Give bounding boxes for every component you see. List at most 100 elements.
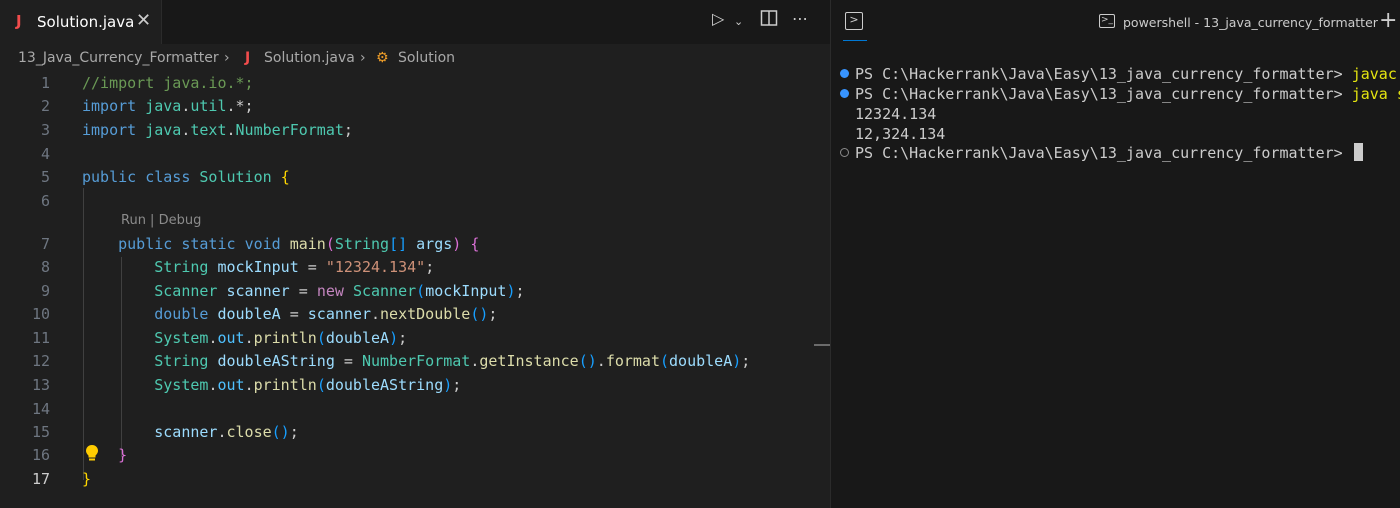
code-line[interactable]: 6 xyxy=(0,190,815,213)
code-token: ; xyxy=(398,329,408,347)
code-token: "12324.134" xyxy=(325,258,426,276)
code-token: ) xyxy=(389,329,399,347)
code-text[interactable]: public class Solution { xyxy=(82,166,290,189)
terminal-line: PS C:\Hackerrank\Java\Easy\13_java_curre… xyxy=(831,143,1400,163)
code-text[interactable]: Scanner scanner = new Scanner(mockInput)… xyxy=(82,280,524,303)
code-token: java xyxy=(145,121,182,139)
line-number: 4 xyxy=(40,145,50,163)
code-token: ) xyxy=(443,376,453,394)
line-number: 14 xyxy=(31,400,50,418)
code-token: ; xyxy=(452,376,462,394)
code-token: class xyxy=(145,168,200,186)
code-text[interactable]: System.out.println(doubleAString); xyxy=(82,374,461,397)
class-symbol-icon: ⚙ xyxy=(376,50,389,66)
run-icon[interactable]: ▷ xyxy=(712,9,724,28)
terminal-header: > >_ powershell - 13_java_currency_forma… xyxy=(831,0,1400,44)
code-line[interactable]: 2 import java.util.*; xyxy=(0,95,815,118)
more-actions-icon[interactable]: ⋯ xyxy=(792,9,808,28)
code-token: = xyxy=(289,282,317,300)
code-text[interactable]: import java.text.NumberFormat; xyxy=(82,119,353,142)
code-token: .*; xyxy=(226,97,254,115)
code-text[interactable]: String mockInput = "12324.134"; xyxy=(82,256,434,279)
code-token: System xyxy=(82,329,209,347)
code-line[interactable]: 5 public class Solution { xyxy=(0,166,815,189)
terminal-line: 12324.134 xyxy=(831,104,1400,124)
code-token: { xyxy=(280,168,290,186)
chevron-down-icon[interactable]: ⌄ xyxy=(734,15,743,28)
code-token: = xyxy=(280,305,308,323)
breadcrumb-folder[interactable]: 13_Java_Currency_Formatter xyxy=(18,50,219,66)
command-status-icon[interactable] xyxy=(840,89,849,98)
code-token: doubleA xyxy=(217,305,281,323)
code-token: public xyxy=(82,235,182,253)
code-token: NumberFormat xyxy=(235,121,344,139)
code-token: util xyxy=(190,97,227,115)
line-number: 12 xyxy=(31,352,50,370)
code-text[interactable]: } xyxy=(82,468,91,491)
code-line[interactable]: 14 xyxy=(0,398,815,421)
code-token: doubleA xyxy=(325,329,390,347)
code-text[interactable]: scanner.close(); xyxy=(82,421,299,444)
code-line[interactable]: 3 import java.text.NumberFormat; xyxy=(0,119,815,142)
code-token: getInstance xyxy=(479,352,579,370)
terminal-cursor xyxy=(1353,143,1363,161)
code-token: doubleAString xyxy=(217,352,335,370)
java-file-icon: J xyxy=(16,12,22,30)
terminal-title[interactable]: powershell - 13_java_currency_formatter xyxy=(1123,15,1378,30)
code-token: doubleA xyxy=(669,352,733,370)
code-line[interactable]: 17} xyxy=(0,468,815,491)
terminal-command: java s xyxy=(1351,85,1400,103)
code-text[interactable]: public static void main(String[] args) { xyxy=(82,233,479,256)
code-line[interactable]: 12 String doubleAString = NumberFormat. g… xyxy=(0,350,815,373)
code-line[interactable]: 11 System.out.println(doubleA); xyxy=(0,327,815,350)
code-token: ; xyxy=(488,305,498,323)
code-token: public xyxy=(82,168,146,186)
code-token: ( xyxy=(416,282,426,300)
code-text[interactable]: System.out.println(doubleA); xyxy=(82,327,407,350)
code-token: String xyxy=(82,352,218,370)
scrollbar-marker[interactable] xyxy=(814,344,830,346)
code-text[interactable]: double doubleA = scanner.nextDouble(); xyxy=(82,303,497,326)
code-token: = xyxy=(298,258,326,276)
code-token: double xyxy=(82,305,218,323)
new-terminal-icon[interactable]: + xyxy=(1379,8,1397,33)
code-editor[interactable]: J Solution.java ✕ ▷ ⌄ ⋯ 13_Java_Currency… xyxy=(0,0,830,508)
breadcrumb-file[interactable]: Solution.java xyxy=(264,50,355,66)
tab-solution-java[interactable]: J Solution.java ✕ xyxy=(0,0,162,44)
close-icon[interactable]: ✕ xyxy=(136,10,151,31)
line-number: 5 xyxy=(40,168,50,186)
line-number: 15 xyxy=(31,423,50,441)
split-editor-icon[interactable] xyxy=(760,9,778,31)
code-token: Scanner xyxy=(82,282,227,300)
code-token: . xyxy=(244,376,254,394)
code-text[interactable]: String doubleAString = NumberFormat. getI… xyxy=(82,350,750,373)
code-token: nextDouble xyxy=(380,305,471,323)
code-line[interactable]: 8 String mockInput = "12324.134"; xyxy=(0,256,815,279)
code-line[interactable]: 9 Scanner scanner = new Scanner(mockInpu… xyxy=(0,280,815,303)
line-number: 16 xyxy=(31,446,50,464)
command-status-icon[interactable] xyxy=(840,69,849,78)
code-line[interactable]: 10 double doubleA = scanner.nextDouble()… xyxy=(0,303,815,326)
code-line[interactable]: 7 public static void main(String[] args)… xyxy=(0,233,815,256)
code-line[interactable]: 16 } xyxy=(0,444,815,467)
code-line[interactable]: 1 //import java.io.*; xyxy=(0,72,815,95)
line-number: 6 xyxy=(40,192,50,210)
command-status-icon[interactable] xyxy=(840,148,849,157)
editor-tab-bar: J Solution.java ✕ ▷ ⌄ ⋯ xyxy=(0,0,830,44)
line-number: 7 xyxy=(40,235,50,253)
breadcrumb-symbol[interactable]: Solution xyxy=(398,50,455,66)
code-line[interactable]: 4 xyxy=(0,143,815,166)
code-line[interactable]: 15 scanner.close(); xyxy=(0,421,815,444)
code-text[interactable]: import java.util.*; xyxy=(82,95,254,118)
code-line[interactable]: 13 System.out.println(doubleAString); xyxy=(0,374,815,397)
terminal-panel[interactable]: > >_ powershell - 13_java_currency_forma… xyxy=(831,0,1400,508)
line-number: 9 xyxy=(40,282,50,300)
lightbulb-icon[interactable] xyxy=(85,444,99,462)
terminal-icon[interactable]: > xyxy=(845,12,863,30)
chevron-right-icon: › xyxy=(224,50,230,66)
tab-label: Solution.java xyxy=(37,13,135,31)
code-token: Solution xyxy=(199,168,281,186)
code-token: println xyxy=(253,376,317,394)
run-debug-codelens[interactable]: Run | Debug xyxy=(121,213,201,228)
code-text[interactable]: //import java.io.*; xyxy=(82,72,254,95)
